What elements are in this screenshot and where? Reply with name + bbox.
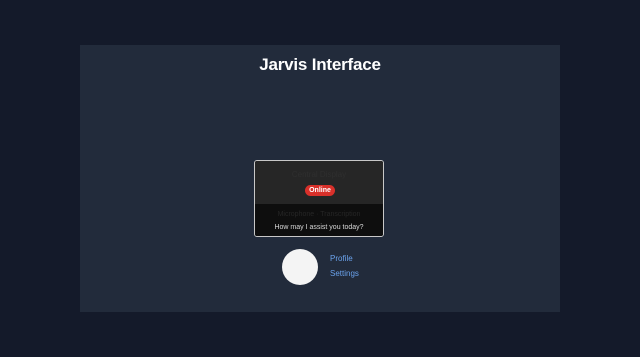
settings-link[interactable]: Settings [330,266,359,281]
user-menu: Profile Settings [330,251,359,281]
page-title: Jarvis Interface [259,55,381,74]
avatar[interactable] [282,249,318,285]
main-panel: Jarvis Interface Central Display Online … [80,45,560,312]
display-faint-text: Microphone · Transcription [277,211,361,218]
profile-link[interactable]: Profile [330,251,359,266]
status-badge: Online [305,185,335,196]
display-heading: Central Display [291,170,347,179]
central-display-card: Central Display Online Microphone · Tran… [254,160,384,237]
display-header: Central Display Online [255,161,383,204]
display-body: Microphone · Transcription How may I ass… [255,204,383,236]
assistant-prompt: How may I assist you today? [274,224,364,231]
